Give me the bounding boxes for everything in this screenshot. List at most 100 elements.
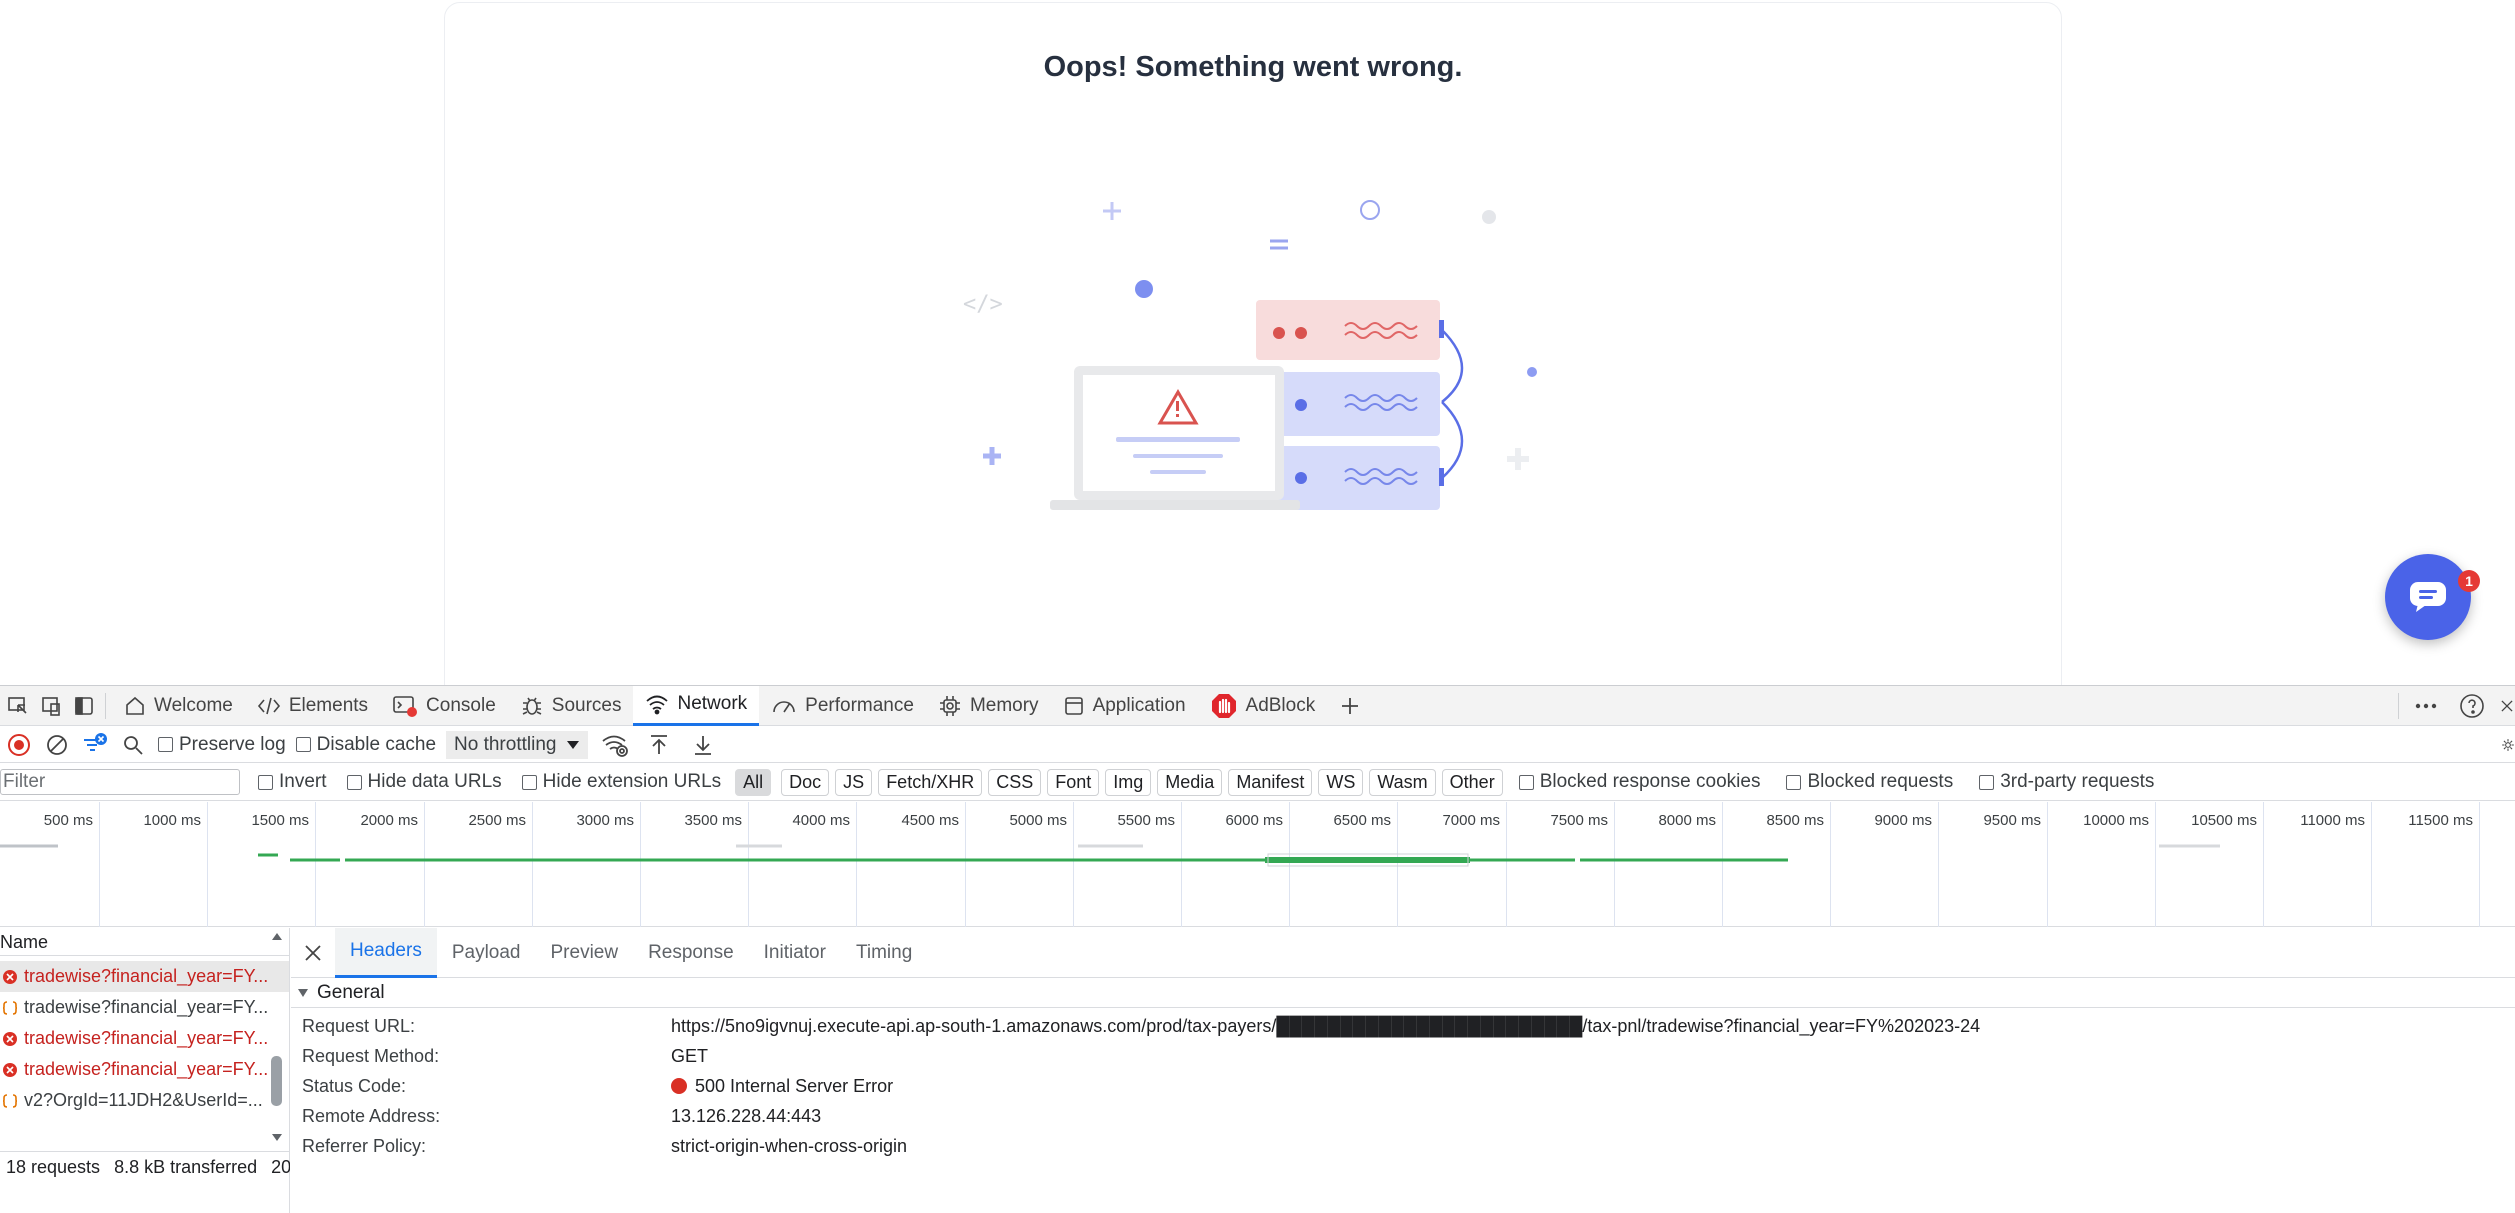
type-filter-doc[interactable]: Doc — [781, 768, 830, 796]
plus-decoration — [983, 447, 1001, 465]
invert-checkbox[interactable]: Invert — [258, 771, 327, 793]
resource-type-filters: All Doc JS Fetch/XHR CSS Font Img Media … — [729, 768, 1503, 796]
checkbox-label: Disable cache — [316, 733, 437, 755]
tab-payload[interactable]: Payload — [437, 928, 536, 978]
more-options-icon[interactable] — [2411, 691, 2441, 721]
tab-network[interactable]: Network — [633, 685, 760, 726]
tab-timing[interactable]: Timing — [841, 928, 927, 978]
status-error-dot-icon — [671, 1078, 687, 1094]
tab-sources[interactable]: Sources — [508, 686, 634, 726]
adblock-icon — [1211, 693, 1236, 718]
tab-console[interactable]: Console — [380, 686, 508, 726]
checkbox-box[interactable] — [346, 774, 362, 790]
error-icon — [3, 1062, 17, 1077]
inspect-element-icon[interactable] — [3, 691, 33, 721]
request-row[interactable]: tradewise?financial_year=FY... — [0, 992, 289, 1023]
tab-initiator[interactable]: Initiator — [749, 928, 841, 978]
close-detail-button[interactable] — [291, 928, 335, 978]
code-icon — [257, 697, 280, 714]
request-url-row: Request URL: https://5no9igvnuj.execute-… — [291, 1011, 2515, 1041]
request-method-row: Request Method: GET — [291, 1041, 2515, 1071]
tab-welcome[interactable]: Welcome — [112, 686, 245, 726]
type-filter-wasm[interactable]: Wasm — [1369, 768, 1436, 796]
request-name: tradewise?financial_year=FY... — [24, 997, 269, 1017]
request-row[interactable]: v2?OrgId=11JDH2&UserId=... — [0, 1085, 289, 1116]
request-row[interactable]: tradewise?financial_year=FY... — [0, 1023, 289, 1054]
type-filter-other[interactable]: Other — [1441, 768, 1503, 796]
request-url-value[interactable]: https://5no9igvnuj.execute-api.ap-south-… — [671, 1016, 1980, 1037]
request-list-scrollbar[interactable] — [268, 928, 286, 1148]
type-filter-all[interactable]: All — [735, 768, 772, 796]
network-conditions-icon[interactable] — [600, 730, 630, 760]
record-stop-icon[interactable] — [4, 730, 34, 760]
type-filter-manifest[interactable]: Manifest — [1228, 768, 1313, 796]
checkbox-box[interactable] — [258, 774, 273, 790]
checkbox-box[interactable] — [1979, 774, 1995, 790]
tab-label: Console — [426, 694, 496, 716]
hide-data-urls-checkbox[interactable]: Hide data URLs — [346, 771, 502, 793]
request-method-value[interactable]: GET — [671, 1046, 708, 1067]
checkbox-box[interactable] — [1518, 774, 1534, 790]
type-filter-js[interactable]: JS — [835, 768, 873, 796]
network-timeline-overview[interactable]: 500 ms 1000 ms 1500 ms 2000 ms 2500 ms 3000 m… — [0, 802, 2515, 927]
tab-response[interactable]: Response — [633, 928, 749, 978]
referrer-policy-value[interactable]: strict-origin-when-cross-origin — [671, 1136, 907, 1157]
fetch-icon — [2, 1093, 18, 1108]
checkbox-label: Hide data URLs — [367, 771, 502, 792]
separator — [2398, 692, 2399, 719]
help-icon[interactable] — [2457, 691, 2487, 721]
remote-address-value[interactable]: 13.126.228.44:443 — [671, 1106, 821, 1127]
tab-preview[interactable]: Preview — [536, 928, 634, 978]
third-party-requests-checkbox[interactable]: 3rd-party requests — [1979, 771, 2154, 793]
blocked-response-cookies-checkbox[interactable]: Blocked response cookies — [1518, 771, 1760, 793]
equals-decoration — [1270, 239, 1288, 250]
type-filter-fetch-xhr[interactable]: Fetch/XHR — [878, 768, 983, 796]
type-filter-css[interactable]: CSS — [988, 768, 1042, 796]
request-row[interactable]: tradewise?financial_year=FY... — [0, 961, 289, 992]
triangle-down-icon — [298, 988, 308, 997]
general-section-header[interactable]: General — [291, 978, 2515, 1008]
resources-size: 20.9 — [271, 1157, 290, 1177]
export-har-icon[interactable] — [688, 730, 718, 760]
tab-memory[interactable]: Memory — [926, 686, 1051, 726]
network-settings-icon[interactable] — [2501, 730, 2515, 760]
add-tab-button[interactable] — [1327, 686, 1373, 726]
request-row[interactable]: tradewise?financial_year=FY... — [0, 1054, 289, 1085]
request-name: tradewise?financial_year=FY... — [24, 1028, 269, 1048]
device-toolbar-icon[interactable] — [36, 691, 66, 721]
preserve-log-checkbox[interactable]: Preserve log — [158, 734, 286, 756]
disable-cache-checkbox[interactable]: Disable cache — [295, 733, 437, 756]
type-filter-font[interactable]: Font — [1047, 768, 1100, 796]
type-filter-img[interactable]: Img — [1105, 768, 1152, 796]
tab-headers[interactable]: Headers — [335, 927, 437, 978]
checkbox-box[interactable] — [1786, 774, 1802, 790]
clear-icon[interactable] — [42, 730, 72, 760]
checkbox-box[interactable] — [158, 737, 173, 752]
name-column-header[interactable]: Name — [0, 928, 289, 956]
filter-toggle-icon[interactable] — [80, 730, 110, 760]
status-code-value[interactable]: 500 Internal Server Error — [671, 1076, 893, 1097]
checkbox-box[interactable] — [521, 774, 537, 790]
type-filter-media[interactable]: Media — [1157, 768, 1223, 796]
tab-application[interactable]: Application — [1051, 686, 1198, 726]
dock-side-icon[interactable] — [69, 691, 99, 721]
tab-performance[interactable]: Performance — [759, 686, 926, 726]
error-title: Oops! Something went wrong. — [1043, 51, 1463, 83]
checkbox-label: 3rd-party requests — [2000, 771, 2155, 792]
throttling-select[interactable]: No throttling — [446, 730, 589, 759]
filter-input[interactable] — [0, 769, 240, 795]
import-har-icon[interactable] — [644, 730, 674, 760]
request-detail-panel: Headers Payload Preview Response Initiat… — [291, 927, 2515, 1213]
tab-elements[interactable]: Elements — [245, 686, 380, 726]
type-filter-ws[interactable]: WS — [1318, 768, 1364, 796]
tab-adblock[interactable]: AdBlock — [1198, 686, 1328, 726]
status-code-text: 500 Internal Server Error — [695, 1075, 894, 1096]
close-devtools-icon[interactable] — [2499, 691, 2515, 721]
transferred-size: 8.8 kB transferred — [114, 1157, 258, 1177]
hide-extension-urls-checkbox[interactable]: Hide extension URLs — [521, 771, 721, 793]
blocked-requests-checkbox[interactable]: Blocked requests — [1786, 771, 1953, 793]
checkbox-box[interactable] — [295, 737, 311, 752]
plus-decoration — [1507, 448, 1529, 470]
search-icon[interactable] — [118, 730, 148, 760]
chat-button[interactable] — [2385, 554, 2471, 640]
